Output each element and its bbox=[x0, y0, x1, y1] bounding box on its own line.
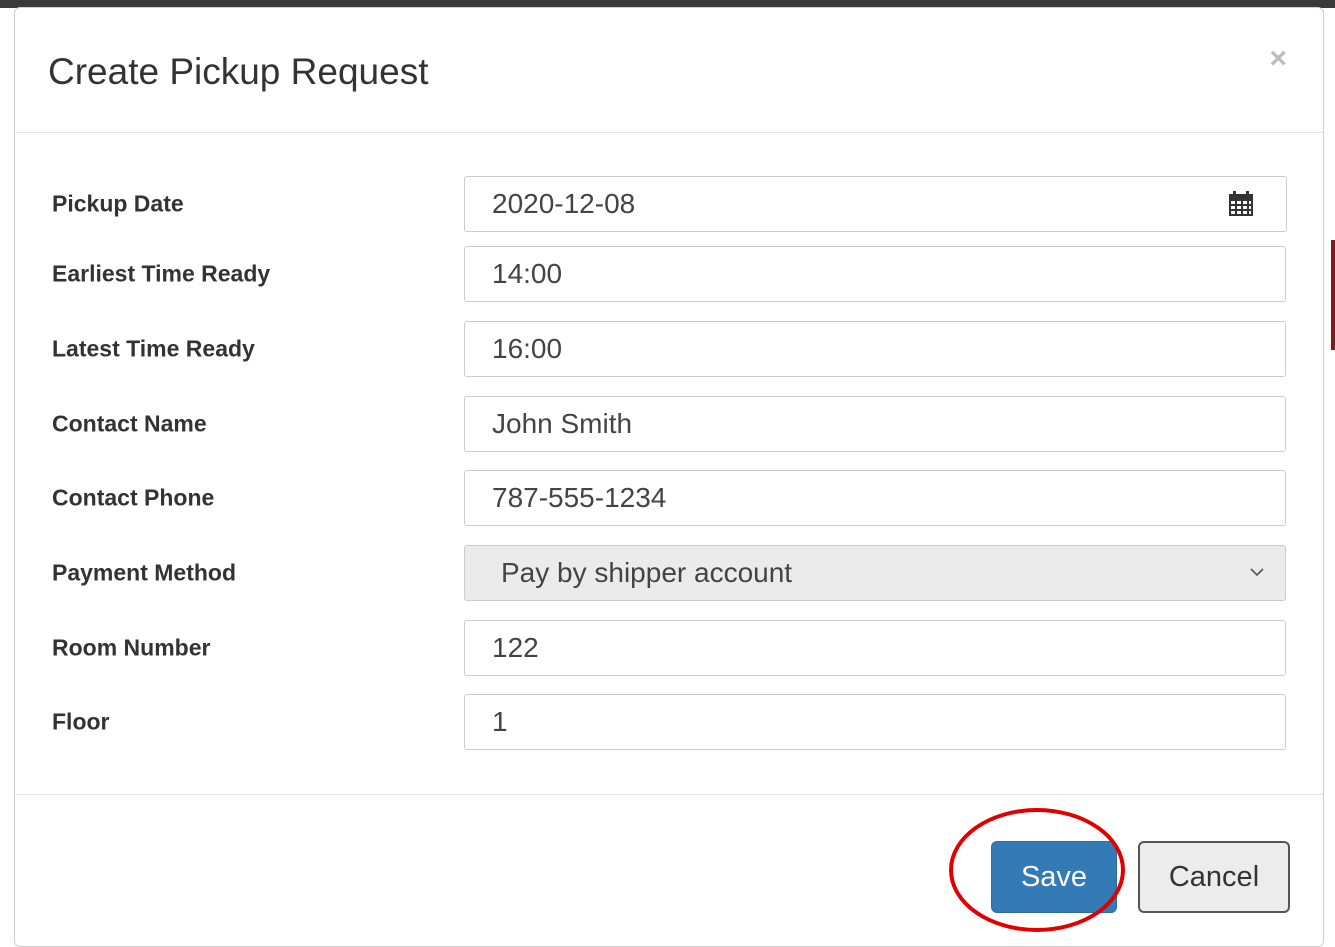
room-number-label: Room Number bbox=[52, 634, 211, 661]
form-row-latest-time: Latest Time Ready 16:00 bbox=[15, 321, 1323, 377]
pickup-request-dialog: Create Pickup Request × Pickup Date 2020… bbox=[14, 7, 1324, 947]
dialog-title: Create Pickup Request bbox=[48, 51, 429, 92]
dialog-footer: Save Cancel bbox=[15, 794, 1323, 945]
earliest-time-input[interactable]: 14:00 bbox=[464, 246, 1286, 302]
form-row-contact-name: Contact Name John Smith bbox=[15, 396, 1323, 452]
cancel-button[interactable]: Cancel bbox=[1138, 841, 1290, 913]
form-row-room-number: Room Number 122 bbox=[15, 620, 1323, 676]
floor-input[interactable]: 1 bbox=[464, 694, 1286, 750]
calendar-button[interactable] bbox=[1196, 176, 1287, 232]
contact-name-label: Contact Name bbox=[52, 410, 207, 437]
background-accent bbox=[1331, 240, 1335, 350]
contact-phone-input[interactable]: 787-555-1234 bbox=[464, 470, 1286, 526]
latest-time-label: Latest Time Ready bbox=[52, 335, 255, 362]
close-icon[interactable]: × bbox=[1269, 44, 1287, 74]
earliest-time-label: Earliest Time Ready bbox=[52, 260, 271, 287]
room-number-input[interactable]: 122 bbox=[464, 620, 1286, 676]
latest-time-input[interactable]: 16:00 bbox=[464, 321, 1286, 377]
dialog-header: Create Pickup Request × bbox=[15, 8, 1323, 133]
save-button[interactable]: Save bbox=[991, 841, 1117, 913]
form-row-contact-phone: Contact Phone 787-555-1234 bbox=[15, 470, 1323, 526]
chevron-down-icon bbox=[1250, 568, 1264, 577]
contact-phone-label: Contact Phone bbox=[52, 484, 215, 511]
payment-method-selected-value: Pay by shipper account bbox=[501, 557, 793, 588]
form-row-earliest-time: Earliest Time Ready 14:00 bbox=[15, 246, 1323, 302]
pickup-date-label: Pickup Date bbox=[52, 190, 184, 217]
contact-name-input[interactable]: John Smith bbox=[464, 396, 1286, 452]
payment-method-label: Payment Method bbox=[52, 559, 237, 586]
payment-method-select[interactable]: Pay by shipper account bbox=[464, 545, 1286, 601]
calendar-icon bbox=[1229, 191, 1253, 216]
form-row-payment-method: Payment Method Pay by shipper account bbox=[15, 545, 1323, 601]
floor-label: Floor bbox=[52, 708, 110, 735]
form-row-pickup-date: Pickup Date 2020-12-08 bbox=[15, 176, 1323, 232]
pickup-date-input[interactable]: 2020-12-08 bbox=[464, 176, 1197, 232]
form-row-floor: Floor 1 bbox=[15, 694, 1323, 750]
